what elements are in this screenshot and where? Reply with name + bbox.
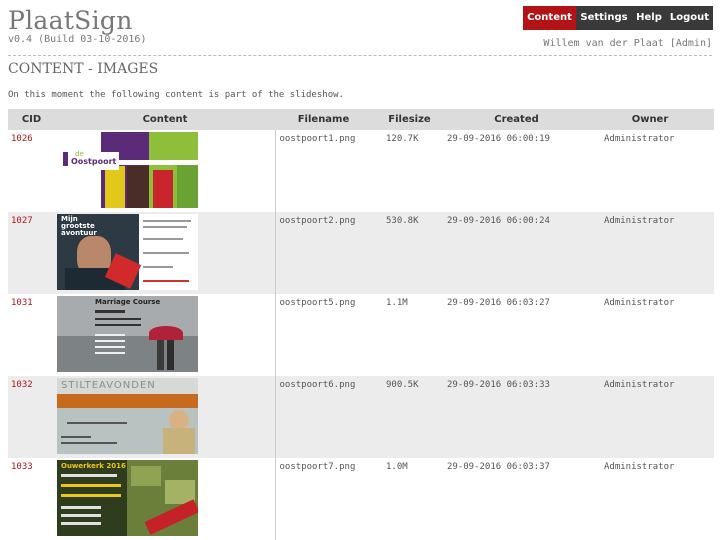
nav-logout[interactable]: Logout (666, 6, 713, 30)
cid-link[interactable]: 1027 (8, 212, 55, 294)
filename: oostpoort7.png (274, 458, 372, 540)
thumb-block (95, 340, 125, 342)
filename: oostpoort5.png (274, 294, 372, 376)
thumb-block (131, 466, 161, 486)
thumb-block (143, 220, 191, 222)
cid-link[interactable]: 1032 (8, 376, 55, 458)
owner: Administrator (604, 298, 675, 308)
thumb-block (169, 410, 189, 430)
thumb-block (127, 166, 149, 208)
main-nav: Content Settings Help Logout (523, 6, 713, 30)
thumb-block (61, 474, 117, 477)
thumb-block (95, 310, 125, 313)
thumb-block (57, 394, 198, 408)
nav-settings[interactable]: Settings (576, 6, 632, 30)
header-created[interactable]: Created (447, 109, 586, 130)
thumb-block (143, 238, 183, 240)
content-thumbnail[interactable]: de Oostpoort (57, 132, 198, 208)
page-intro: On this moment the following content is … (8, 90, 344, 100)
thumb-block (95, 346, 125, 348)
filesize: 1.1M (386, 298, 408, 308)
filename: oostpoort1.png (274, 130, 372, 212)
owner: Administrator (604, 380, 675, 390)
table-header-row: CID Content Filename Filesize Created Ow… (8, 109, 714, 130)
thumb-block (153, 170, 173, 208)
content-thumbnail[interactable]: STILTEAVONDEN (57, 378, 198, 454)
thumb-text: STILTEAVONDEN (61, 380, 156, 391)
thumb-block (61, 522, 101, 525)
nav-content[interactable]: Content (523, 6, 576, 30)
header-filesize[interactable]: Filesize (372, 109, 447, 130)
header-owner[interactable]: Owner (586, 109, 714, 130)
owner: Administrator (604, 134, 675, 144)
app-version: v0.4 (Build 03-10-2016) (8, 34, 147, 45)
content-preview-cell: Marriage Course (55, 294, 275, 376)
owner: Administrator (604, 216, 675, 226)
table-row: 1032 STILTEAVONDEN oostpoort6.png 900.5K… (8, 376, 714, 458)
thumb-block (61, 494, 121, 497)
thumb-block (143, 280, 189, 282)
header-content[interactable]: Content (55, 109, 275, 130)
thumb-block (143, 252, 189, 254)
thumb-block (61, 514, 101, 517)
thumb-block (143, 226, 187, 228)
nav-help[interactable]: Help (632, 6, 666, 30)
thumb-block (95, 324, 141, 326)
content-thumbnail[interactable]: Marriage Course (57, 296, 198, 372)
header-filename[interactable]: Filename (275, 109, 372, 130)
content-preview-cell: Mijn grootste avontuur (55, 212, 275, 294)
filename: oostpoort2.png (274, 212, 372, 294)
thumb-block (95, 334, 125, 336)
thumb-text: Ouwerkerk 2016 (61, 462, 126, 470)
thumb-block (177, 164, 198, 208)
content-preview-cell: STILTEAVONDEN (55, 376, 275, 458)
thumb-block (67, 422, 127, 424)
content-table: CID Content Filename Filesize Created Ow… (8, 109, 715, 540)
thumb-block (149, 326, 183, 340)
filesize: 1.0M (386, 462, 408, 472)
thumb-block (57, 336, 198, 372)
header-divider (8, 55, 712, 56)
filesize: 900.5K (386, 380, 419, 390)
table-row: 1031 Marriage Course oostpoort5.png 1.1M… (8, 294, 714, 376)
thumb-block (167, 340, 174, 370)
cid-link[interactable]: 1026 (8, 130, 55, 212)
thumb-block (61, 442, 117, 444)
thumb-block (61, 506, 101, 509)
thumb-block (61, 436, 91, 438)
created-date: 29-09-2016 06:03:37 (447, 462, 550, 472)
thumb-block (61, 484, 121, 487)
header-cid[interactable]: CID (8, 109, 55, 130)
table-row: 1033 Ouwerkerk 2016 oostpoort7.png 1.0M … (8, 458, 714, 540)
created-date: 29-09-2016 06:00:24 (447, 216, 550, 226)
content-preview-cell: de Oostpoort (55, 130, 275, 212)
thumb-text: Mijn grootste avontuur (61, 215, 97, 237)
table-row: 1026 de Oostpoort oostpoort1.png 120.7K … (8, 130, 714, 212)
thumb-block (95, 318, 141, 320)
cid-link[interactable]: 1031 (8, 294, 55, 376)
thumb-block (95, 352, 125, 354)
cid-link[interactable]: 1033 (8, 458, 55, 540)
thumb-text: Marriage Course (95, 298, 161, 306)
content-thumbnail[interactable]: Ouwerkerk 2016 (57, 460, 198, 536)
thumb-block (157, 340, 164, 370)
created-date: 29-09-2016 06:00:19 (447, 134, 550, 144)
created-date: 29-09-2016 06:03:27 (447, 298, 550, 308)
filename: oostpoort6.png (274, 376, 372, 458)
content-preview-cell: Ouwerkerk 2016 (55, 458, 275, 540)
content-thumbnail[interactable]: Mijn grootste avontuur (57, 214, 198, 290)
thumb-text: Oostpoort (71, 157, 117, 166)
owner: Administrator (604, 462, 675, 472)
thumb-block (105, 166, 125, 208)
page-title: CONTENT - IMAGES (8, 61, 159, 77)
thumb-block (163, 428, 195, 454)
filesize: 530.8K (386, 216, 419, 226)
thumb-block (63, 152, 68, 166)
app-logo: PlaatSign (8, 6, 133, 35)
filesize: 120.7K (386, 134, 419, 144)
created-date: 29-09-2016 06:03:33 (447, 380, 550, 390)
thumb-block (143, 266, 173, 268)
table-row: 1027 Mijn grootste avontuur oostpoort2.p… (8, 212, 714, 294)
current-user[interactable]: Willem van der Plaat [Admin] (543, 38, 712, 49)
